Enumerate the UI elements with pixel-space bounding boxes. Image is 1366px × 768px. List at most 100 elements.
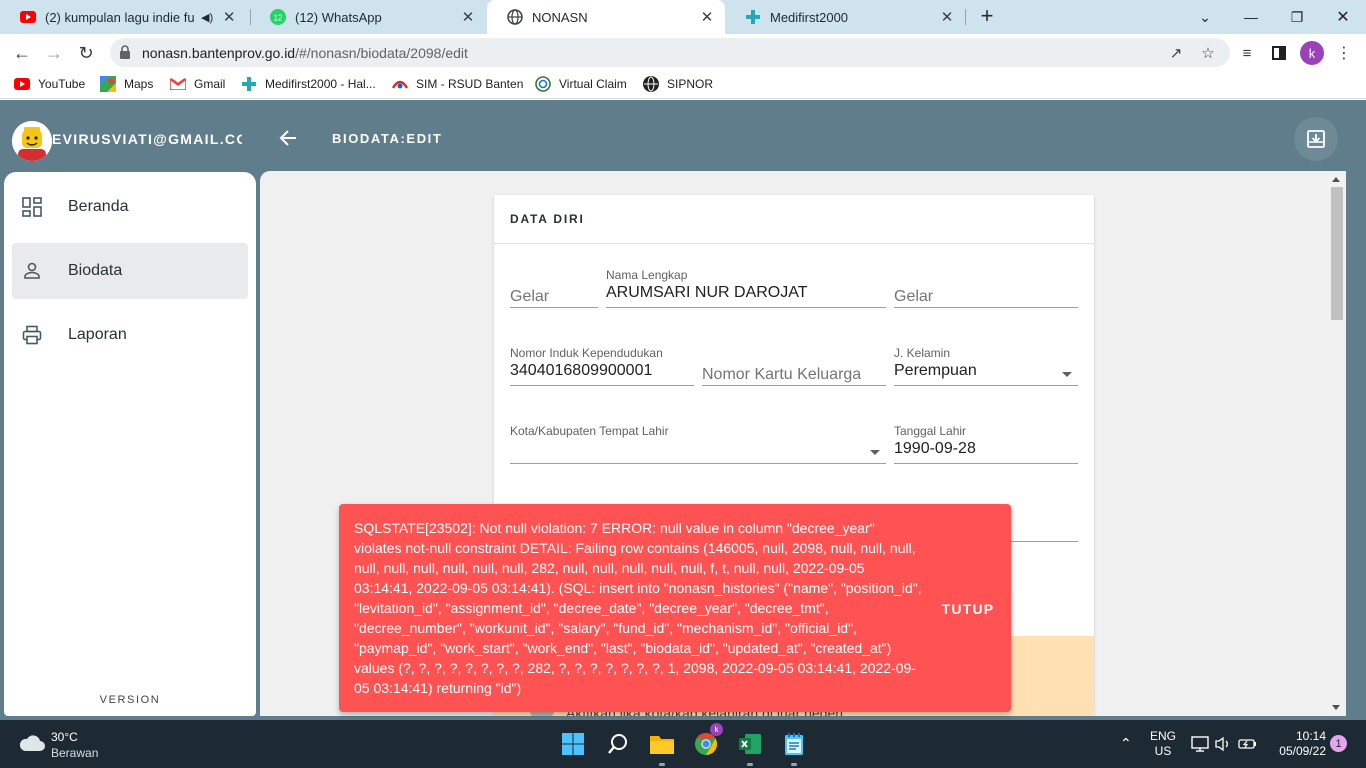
scroll-down-arrow-icon[interactable] [1332,705,1340,710]
sidebar-item-label: Laporan [68,326,127,343]
person-icon [20,259,44,283]
sidebar-item-laporan[interactable]: Laporan [12,307,248,363]
reload-icon[interactable]: ↻ [72,39,100,67]
clock-time: 10:14 [1295,729,1326,743]
youtube-icon [20,9,36,25]
tab-youtube[interactable]: (2) kumpulan lagu indie full album ◀) ✕ [0,0,250,34]
close-tab-icon[interactable]: ✕ [219,7,239,27]
bookmark-gmail[interactable]: Gmail [170,76,225,92]
keyboard-region: US [1154,744,1172,758]
cloud-icon[interactable] [18,732,46,754]
battery-icon[interactable] [1238,734,1258,754]
side-panel-icon[interactable] [1265,39,1293,67]
gelar-depan-field[interactable]: Gelar [510,268,598,308]
maps-icon [100,76,116,92]
nik-field[interactable]: Nomor Induk Kependudukan 340401680990000… [510,346,694,386]
share-icon[interactable]: ↗ [1166,43,1186,63]
address-bar[interactable]: nonasn.bantenprov.go.id/#/nonasn/biodata… [110,38,1230,67]
scroll-up-arrow-icon[interactable] [1332,177,1340,182]
language-code: ENG [1150,729,1177,743]
close-window-button[interactable]: ✕ [1320,0,1366,34]
bookmark-maps[interactable]: Maps [100,76,153,92]
chrome-button[interactable]: k [690,723,723,760]
dropdown-arrow-icon[interactable] [870,450,880,455]
notification-badge[interactable]: 1 [1330,735,1347,752]
sidebar-header: EVIRUSVIATI@GMAIL.COM [4,104,256,172]
tanggal-lahir-field[interactable]: Tanggal Lahir 1990-09-28 [894,424,1078,464]
search-icon [608,734,627,754]
field-label: Nama Lengkap [606,268,688,282]
tutup-button[interactable]: TUTUP [933,597,1003,621]
tempat-lahir-select[interactable]: Kota/Kabupaten Tempat Lahir [510,424,886,464]
lock-icon[interactable] [119,45,133,59]
start-button[interactable] [557,728,589,760]
dropdown-arrow-icon[interactable] [1062,372,1072,377]
page-scrollbar[interactable] [1328,171,1346,716]
back-arrow-icon[interactable]: ← [8,39,36,67]
globe-icon [507,9,523,25]
clock[interactable]: 10:14 05/09/22 [1270,729,1326,759]
minimize-button[interactable]: — [1228,0,1274,34]
forward-arrow-icon[interactable]: → [40,39,68,67]
bookmark-youtube[interactable]: YouTube [14,76,85,92]
bookmark-sim-rsud[interactable]: SIM - RSUD Banten [392,76,523,92]
tab-search-chevron-icon[interactable]: ⌄ [1182,0,1228,34]
field-label: Tanggal Lahir [894,424,967,438]
media-control-icon[interactable]: ≡ [1233,39,1261,67]
dashboard-icon [20,195,44,219]
version-label: VERSION [99,694,161,706]
new-tab-button[interactable]: + [975,5,999,29]
error-message: SQLSTATE[23502]: Not null violation: 7 E… [354,520,922,696]
back-arrow-icon[interactable] [274,124,302,152]
download-button[interactable] [1294,117,1338,161]
close-tab-icon[interactable]: ✕ [458,7,478,27]
field-value: ARUMSARI NUR DAROJAT [606,284,808,301]
chevron-up-icon[interactable]: ⌃ [1120,735,1132,752]
medifirst-icon [745,9,761,25]
user-email: EVIRUSVIATI@GMAIL.COM [52,131,242,147]
card-divider [494,243,1094,244]
bookmark-virtual-claim[interactable]: Virtual Claim [535,76,627,92]
bookmark-medifirst[interactable]: Medifirst2000 - Hal... [241,76,376,92]
tab-medifirst[interactable]: Medifirst2000 ✕ [725,0,965,34]
sidebar-item-beranda[interactable]: Beranda [12,179,248,235]
close-tab-icon[interactable]: ✕ [937,7,957,27]
tab-nonasn[interactable]: NONASN ✕ [487,0,725,34]
menu-kebab-icon[interactable]: ⋮ [1330,39,1358,67]
tab-whatsapp[interactable]: 12 (12) WhatsApp ✕ [250,0,486,34]
close-tab-icon[interactable]: ✕ [697,7,717,27]
nomor-kk-field[interactable]: Nomor Kartu Keluarga [702,346,886,386]
file-explorer-button[interactable] [646,728,678,766]
notepad-button[interactable] [778,728,810,766]
display-icon[interactable] [1190,734,1210,754]
bookmark-sipnor[interactable]: SIPNOR [643,76,713,92]
field-placeholder: Nomor Kartu Keluarga [702,366,862,383]
bookmark-label: SIM - RSUD Banten [416,77,524,91]
sim-icon [392,76,408,92]
excel-button[interactable] [734,728,766,766]
gelar-belakang-field[interactable]: Gelar [894,268,1078,308]
sidebar-item-biodata[interactable]: Biodata [12,243,248,299]
field-value: 1990-09-28 [894,440,976,457]
nama-lengkap-field[interactable]: Nama Lengkap ARUMSARI NUR DAROJAT [606,268,886,308]
field-label: Kota/Kabupaten Tempat Lahir [510,424,669,438]
excel-icon [739,734,761,754]
speaker-icon[interactable]: ◀) [201,11,213,24]
gmail-icon [170,76,186,92]
search-button[interactable] [602,728,634,760]
profile-avatar[interactable]: k [1300,41,1324,65]
scroll-thumb[interactable] [1331,187,1343,320]
bookmark-label: YouTube [38,77,86,91]
field-placeholder: Gelar [510,288,550,305]
page-header: BIODATA:EDIT [260,104,1348,172]
avatar[interactable] [12,121,52,161]
weather-description: Berawan [51,746,99,760]
globe-icon [643,76,659,92]
profile-badge: k [710,723,723,736]
jenis-kelamin-select[interactable]: J. Kelamin Perempuan [894,346,1078,386]
bookmark-star-icon[interactable]: ☆ [1198,43,1218,63]
field-label: Nomor Induk Kependudukan [510,346,663,360]
maximize-button[interactable]: ❐ [1274,0,1320,34]
volume-icon[interactable] [1213,734,1233,754]
language-indicator[interactable]: ENG US [1150,729,1176,759]
